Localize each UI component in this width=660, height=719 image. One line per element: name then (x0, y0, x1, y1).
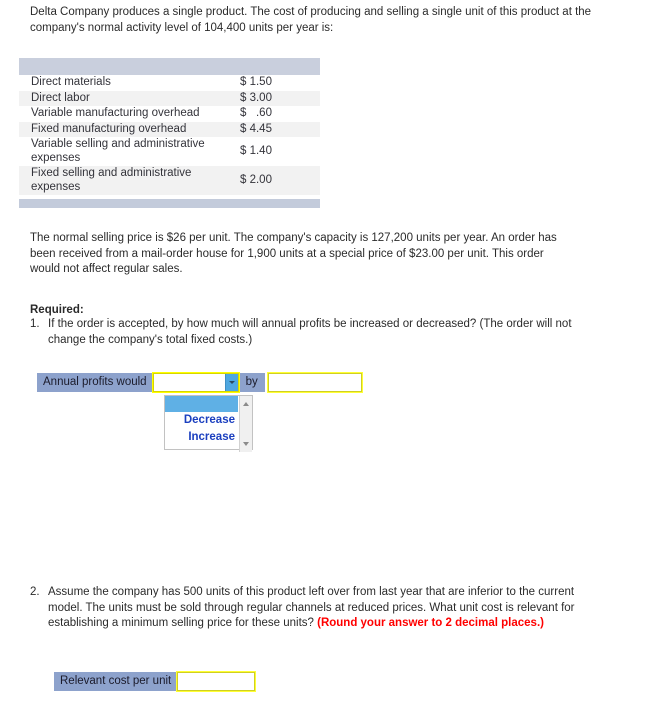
question-1: 1. If the order is accepted, by how much… (30, 317, 590, 348)
cost-label: Fixed selling and administrative expense… (19, 166, 240, 195)
annual-profits-amount-input[interactable] (266, 372, 363, 393)
table-row: Direct labor $ 3.00 (19, 90, 320, 106)
table-row: Variable selling and administrative expe… (19, 137, 320, 166)
dropdown-scrollbar[interactable] (239, 396, 252, 452)
chevron-down-icon[interactable] (224, 374, 238, 391)
relevant-cost-input[interactable] (176, 671, 257, 692)
table-row: Variable manufacturing overhead $ .60 (19, 106, 320, 122)
table-row: Fixed selling and administrative expense… (19, 166, 320, 195)
cost-value: $ .60 (240, 106, 320, 122)
relevant-cost-label: Relevant cost per unit (54, 672, 178, 691)
table-footer-band (19, 199, 320, 208)
cost-label: Direct materials (19, 75, 240, 91)
cost-value: $ 1.50 (240, 75, 320, 91)
cost-label: Variable selling and administrative expe… (19, 137, 240, 166)
required-heading: Required: (30, 304, 84, 316)
cost-value: $ 1.40 (240, 137, 320, 166)
scroll-up-arrow-icon[interactable] (243, 402, 249, 406)
dropdown-option-increase[interactable]: Increase (165, 429, 238, 446)
annual-profits-select[interactable] (151, 372, 240, 393)
cost-label: Fixed manufacturing overhead (19, 121, 240, 137)
table-header-band (19, 58, 320, 75)
cost-label: Variable manufacturing overhead (19, 106, 240, 122)
table-row: Fixed manufacturing overhead $ 4.45 (19, 121, 320, 137)
cost-table: Direct materials $ 1.50 Direct labor $ 3… (19, 58, 320, 208)
worksheet-page: Delta Company produces a single product.… (0, 0, 660, 719)
dropdown-option-decrease[interactable]: Decrease (165, 412, 238, 429)
dropdown-option-blank[interactable] (165, 396, 238, 412)
selling-price-paragraph: The normal selling price is $26 per unit… (30, 232, 557, 275)
intro-paragraph: Delta Company produces a single product.… (30, 6, 592, 34)
dropdown-options: Decrease Increase (165, 396, 252, 452)
question-2: 2. Assume the company has 500 units of t… (30, 585, 595, 632)
cost-value: $ 2.00 (240, 166, 320, 195)
by-label: by (238, 373, 265, 392)
annual-profits-label: Annual profits would (37, 373, 153, 392)
cost-value: $ 3.00 (240, 90, 320, 106)
table-row: Direct materials $ 1.50 (19, 75, 320, 91)
cost-value: $ 4.45 (240, 121, 320, 137)
question-1-text: If the order is accepted, by how much wi… (48, 318, 572, 346)
scroll-down-arrow-icon[interactable] (243, 442, 249, 446)
cost-label: Direct labor (19, 90, 240, 106)
question-2-emphasis: (Round your answer to 2 decimal places.) (317, 617, 544, 629)
cost-table-grid: Direct materials $ 1.50 Direct labor $ 3… (19, 75, 320, 195)
answer-row-annual-profits: Annual profits would by (37, 372, 363, 393)
question-2-number: 2. (30, 586, 40, 598)
annual-profits-dropdown-list[interactable]: Decrease Increase (164, 395, 253, 452)
answer-row-relevant-cost: Relevant cost per unit (54, 671, 257, 692)
question-2-text-wrap: Assume the company has 500 units of this… (48, 585, 595, 632)
question-1-number: 1. (30, 318, 40, 330)
